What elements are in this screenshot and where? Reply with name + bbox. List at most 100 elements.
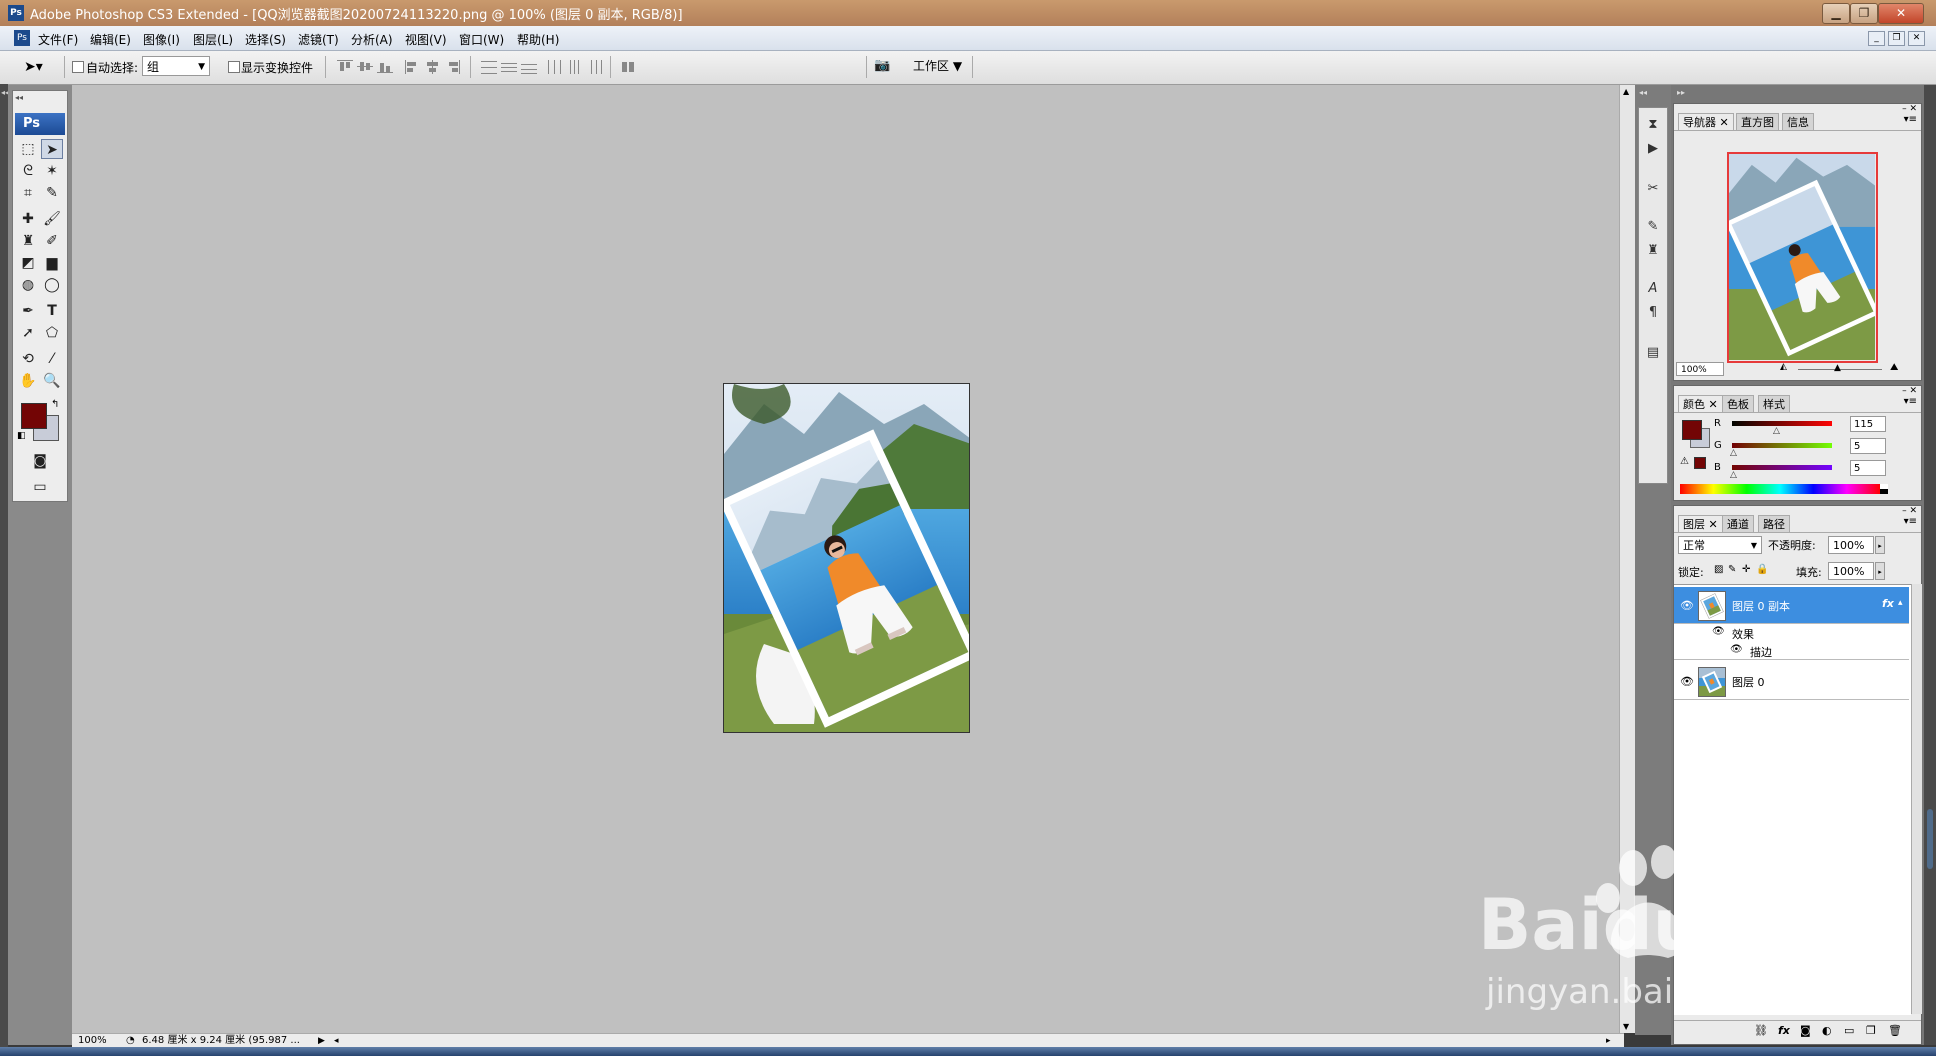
gradient-tool-icon[interactable]: ▆	[41, 253, 63, 273]
opacity-slider-arrow-icon[interactable]: ▸	[1875, 536, 1885, 554]
paragraph-panel-icon[interactable]: ¶	[1643, 304, 1663, 322]
visibility-eye-icon[interactable]: 👁	[1680, 675, 1694, 688]
crop-tool-icon[interactable]: ⌗	[17, 183, 39, 203]
slice-tool-icon[interactable]: ✎	[41, 183, 63, 203]
tab-styles[interactable]: 样式	[1758, 395, 1790, 412]
lasso-tool-icon[interactable]: ᘓ	[17, 161, 39, 181]
layer-effects-toggle-icon[interactable]: ▴	[1898, 598, 1903, 608]
eraser-tool-icon[interactable]: ◩	[17, 253, 39, 273]
new-group-icon[interactable]: ▭	[1844, 1024, 1854, 1037]
menu-image[interactable]: 图像(I)	[143, 31, 180, 48]
menu-analysis[interactable]: 分析(A)	[351, 31, 393, 48]
add-mask-icon[interactable]: ◙	[1800, 1024, 1811, 1037]
tab-paths[interactable]: 路径	[1758, 515, 1790, 532]
adjustment-layer-icon[interactable]: ◐	[1822, 1024, 1832, 1037]
red-slider-track[interactable]	[1732, 421, 1832, 426]
layer-comps-panel-icon[interactable]: ▤	[1643, 344, 1663, 362]
auto-align-layers-icon[interactable]	[620, 60, 636, 74]
toolbox-collapse-icon[interactable]: ◂◂	[15, 93, 23, 102]
status-info-icon[interactable]: ◔	[126, 1034, 135, 1048]
tab-info[interactable]: 信息	[1782, 113, 1814, 130]
foreground-color-swatch[interactable]	[21, 403, 47, 429]
blue-slider-thumb[interactable]: △	[1730, 470, 1737, 480]
status-zoom[interactable]: 100%	[78, 1034, 107, 1048]
navigator-zoom-thumb[interactable]: ▲	[1834, 363, 1841, 373]
layer-name[interactable]: 图层 0 副本	[1732, 598, 1790, 614]
navigator-zoom-field[interactable]: 100%	[1676, 362, 1724, 376]
menu-select[interactable]: 选择(S)	[245, 31, 286, 48]
effects-eye-icon[interactable]: 👁	[1712, 626, 1725, 637]
color-ramp[interactable]	[1680, 484, 1880, 494]
visibility-eye-icon[interactable]: 👁	[1680, 599, 1694, 612]
scroll-right-icon[interactable]: ▸	[1606, 1034, 1611, 1048]
lock-position-icon[interactable]: ✛	[1742, 564, 1750, 575]
align-top-icon[interactable]	[337, 60, 353, 74]
layer-row-copy[interactable]: 👁 图层 0 副本 fx ▴	[1674, 587, 1909, 624]
actions-panel-icon[interactable]: ▶	[1643, 140, 1663, 158]
path-selection-tool-icon[interactable]: ➚	[17, 323, 39, 343]
fill-slider-arrow-icon[interactable]: ▸	[1875, 562, 1885, 580]
add-layer-style-icon[interactable]: fx	[1778, 1024, 1790, 1037]
navigator-view-box[interactable]	[1727, 152, 1878, 363]
delete-layer-icon[interactable]: 🗑	[1888, 1024, 1902, 1037]
distribute-hcenter-icon[interactable]	[567, 60, 583, 74]
menu-view[interactable]: 视图(V)	[405, 31, 447, 48]
show-transform-checkbox[interactable]	[228, 61, 240, 73]
quick-mask-icon[interactable]: ◙	[29, 451, 51, 471]
effects-row[interactable]: 👁 效果	[1674, 624, 1909, 641]
scroll-up-icon[interactable]: ▲	[1623, 87, 1629, 96]
move-tool-preset-icon[interactable]: ➤▾	[24, 59, 43, 75]
healing-brush-tool-icon[interactable]: ✚	[17, 209, 39, 229]
lock-all-icon[interactable]: 🔒	[1756, 564, 1768, 575]
document-image[interactable]	[723, 383, 970, 733]
tab-swatches[interactable]: 色板	[1722, 395, 1754, 412]
scroll-left-icon[interactable]: ◂	[334, 1034, 339, 1048]
align-left-icon[interactable]	[405, 60, 421, 74]
clone-stamp-tool-icon[interactable]: ♜	[17, 231, 39, 251]
screen-mode-icon[interactable]: ▭	[29, 477, 51, 497]
color-fg-swatch[interactable]	[1682, 420, 1702, 440]
zoom-tool-icon[interactable]: 🔍	[41, 371, 63, 391]
menu-layer[interactable]: 图层(L)	[193, 31, 233, 48]
menu-window[interactable]: 窗口(W)	[459, 31, 504, 48]
tab-navigator[interactable]: 导航器 ✕	[1678, 113, 1734, 130]
opacity-field[interactable]: 100%	[1828, 536, 1874, 554]
panel-menu-icon[interactable]: ▾≡	[1904, 516, 1917, 527]
layer-row-base[interactable]: 👁 图层 0	[1674, 663, 1909, 700]
tab-channels[interactable]: 通道	[1722, 515, 1754, 532]
distribute-left-icon[interactable]	[547, 60, 563, 74]
marquee-tool-icon[interactable]: ⬚	[17, 139, 39, 159]
magic-wand-tool-icon[interactable]: ✶	[41, 161, 63, 181]
clone-source-panel-icon[interactable]: ♜	[1643, 242, 1663, 260]
brushes-panel-icon[interactable]: ✎	[1643, 218, 1663, 236]
tool-presets-panel-icon[interactable]: ✂	[1643, 180, 1663, 198]
distribute-top-icon[interactable]	[481, 60, 497, 74]
document-icon[interactable]: Ps	[14, 30, 30, 46]
default-colors-icon[interactable]: ◧	[17, 431, 26, 441]
status-menu-arrow-icon[interactable]: ▶	[318, 1034, 325, 1048]
tab-histogram[interactable]: 直方图	[1736, 113, 1779, 130]
out-of-gamut-warning-icon[interactable]: ⚠	[1680, 456, 1689, 467]
stroke-eye-icon[interactable]: 👁	[1730, 644, 1743, 655]
doc-close-button[interactable]: ✕	[1908, 31, 1925, 46]
bridge-icon[interactable]: 📷	[874, 58, 894, 74]
blend-mode-dropdown[interactable]: 正常 ▼	[1678, 536, 1762, 554]
red-slider-thumb[interactable]: △	[1773, 426, 1780, 436]
lock-transparent-icon[interactable]: ▨	[1714, 564, 1723, 575]
blur-tool-icon[interactable]: ◍	[17, 275, 39, 295]
panel-menu-icon[interactable]: ▾≡	[1904, 396, 1917, 407]
3d-rotate-tool-icon[interactable]: ⟲	[17, 349, 39, 369]
menu-edit[interactable]: 编辑(E)	[90, 31, 131, 48]
type-tool-icon[interactable]: T	[41, 301, 63, 321]
gamut-swatch[interactable]	[1694, 457, 1706, 469]
align-hcenter-icon[interactable]	[425, 60, 441, 74]
move-tool-icon[interactable]: ➤	[41, 139, 63, 159]
align-bottom-icon[interactable]	[377, 60, 393, 74]
distribute-bottom-icon[interactable]	[521, 60, 537, 74]
red-value-field[interactable]: 115	[1850, 416, 1886, 432]
stroke-effect-row[interactable]: 👁 描边	[1674, 642, 1909, 660]
blue-slider-track[interactable]	[1732, 465, 1832, 470]
workspace-button[interactable]: 工作区 ▼	[913, 57, 962, 74]
doc-minimize-button[interactable]: _	[1868, 31, 1885, 46]
link-layers-icon[interactable]: ⛓	[1754, 1024, 1768, 1037]
